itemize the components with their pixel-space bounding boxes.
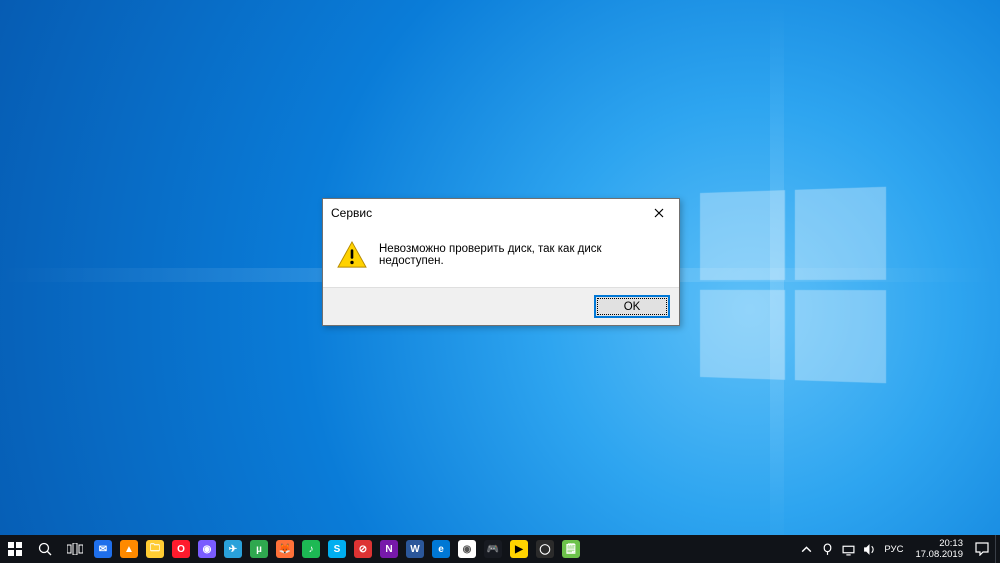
error-dialog: Сервис Невозможно проверить диск, так ка… [322, 198, 680, 326]
taskbar-spotify[interactable]: ♪ [298, 535, 324, 563]
volume-icon[interactable] [863, 543, 876, 556]
desktop: Сервис Невозможно проверить диск, так ка… [0, 0, 1000, 563]
close-icon [654, 208, 664, 218]
taskbar-disc[interactable]: ◉ [194, 535, 220, 563]
steam-icon: 🎮 [484, 540, 502, 558]
taskbar-chrome[interactable]: ◉ [454, 535, 480, 563]
language-indicator[interactable]: РУС [884, 544, 903, 555]
dialog-title: Сервис [331, 206, 639, 220]
task-view-icon [67, 543, 83, 555]
clock-date: 17.08.2019 [915, 549, 963, 560]
taskbar-steam[interactable]: 🎮 [480, 535, 506, 563]
input-indicator-icon[interactable] [821, 543, 834, 556]
word-icon: W [406, 540, 424, 558]
taskbar-thunderbird[interactable]: ✉ [90, 535, 116, 563]
taskbar-notepad[interactable]: 🗒 [558, 535, 584, 563]
windows-logo [700, 187, 886, 383]
notepad-icon: 🗒 [562, 540, 580, 558]
taskbar-potplayer[interactable]: ▶ [506, 535, 532, 563]
clock-time: 20:13 [915, 538, 963, 549]
taskbar-not-disturb[interactable]: ⊘ [350, 535, 376, 563]
not-disturb-icon: ⊘ [354, 540, 372, 558]
taskbar-skype[interactable]: S [324, 535, 350, 563]
disc-icon: ◉ [198, 540, 216, 558]
firefox-icon: 🦊 [276, 540, 294, 558]
opera-icon: O [172, 540, 190, 558]
taskbar-onenote[interactable]: N [376, 535, 402, 563]
taskbar-edge[interactable]: e [428, 535, 454, 563]
obs-icon: ◯ [536, 540, 554, 558]
ok-button[interactable]: OK [595, 296, 669, 317]
taskbar-vlc[interactable]: ▲ [116, 535, 142, 563]
vlc-icon: ▲ [120, 540, 138, 558]
torrent-icon: µ [250, 540, 268, 558]
potplayer-icon: ▶ [510, 540, 528, 558]
taskbar-torrent[interactable]: µ [246, 535, 272, 563]
tray-chevron-up-icon[interactable] [800, 543, 813, 556]
dialog-message: Невозможно проверить диск, так как диск … [379, 243, 665, 267]
taskbar-firefox[interactable]: 🦊 [272, 535, 298, 563]
taskbar-obs[interactable]: ◯ [532, 535, 558, 563]
thunderbird-icon: ✉ [94, 540, 112, 558]
dialog-footer: OK [323, 287, 679, 325]
edge-icon: e [432, 540, 450, 558]
skype-icon: S [328, 540, 346, 558]
dialog-body: Невозможно проверить диск, так как диск … [323, 227, 679, 287]
network-icon[interactable] [842, 543, 855, 556]
dialog-titlebar[interactable]: Сервис [323, 199, 679, 227]
search-icon [38, 542, 52, 556]
onenote-icon: N [380, 540, 398, 558]
taskbar-start[interactable] [0, 535, 30, 563]
taskbar-explorer[interactable]: 🗀 [142, 535, 168, 563]
warning-icon [337, 241, 367, 269]
taskbar-search[interactable] [30, 535, 60, 563]
spotify-icon: ♪ [302, 540, 320, 558]
chrome-icon: ◉ [458, 540, 476, 558]
taskbar: ✉ ▲ 🗀 O ◉ ✈ µ 🦊 ♪ S ⊘ NWe ◉ 🎮 ▶ ◯ 🗒 РУС 20:13 [0, 535, 1000, 563]
action-center-button[interactable] [969, 535, 995, 563]
taskbar-word[interactable]: W [402, 535, 428, 563]
start-icon [8, 542, 22, 556]
taskbar-task-view[interactable] [60, 535, 90, 563]
clock[interactable]: 20:13 17.08.2019 [909, 538, 969, 560]
telegram-icon: ✈ [224, 540, 242, 558]
notification-icon [975, 542, 989, 556]
close-button[interactable] [639, 199, 679, 227]
system-tray[interactable]: РУС [794, 535, 909, 563]
taskbar-opera[interactable]: O [168, 535, 194, 563]
taskbar-telegram[interactable]: ✈ [220, 535, 246, 563]
explorer-icon: 🗀 [146, 540, 164, 558]
show-desktop-button[interactable] [995, 535, 1000, 563]
